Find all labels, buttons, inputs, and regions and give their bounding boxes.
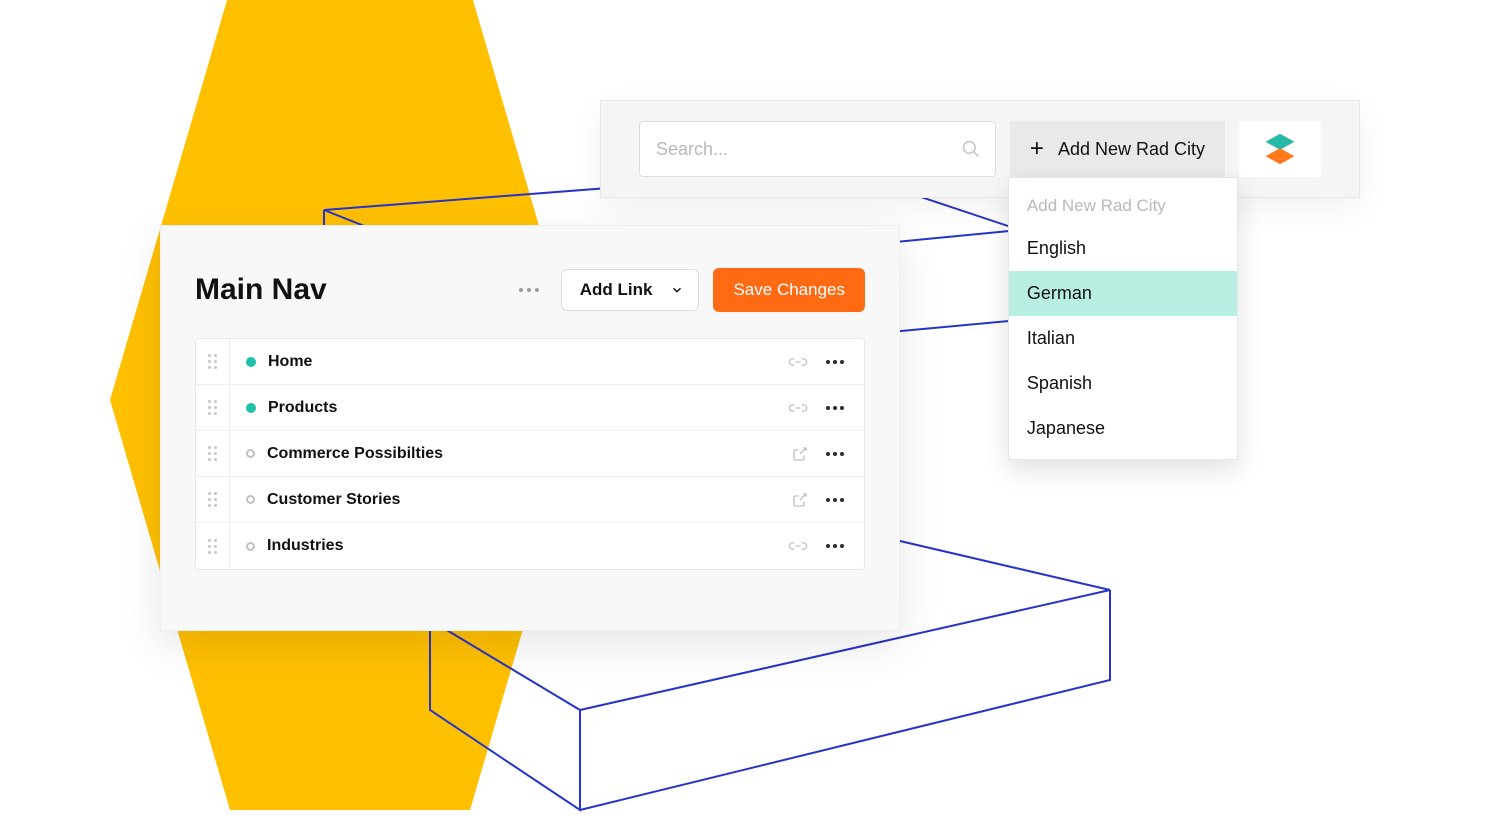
nav-item-label: Industries <box>267 537 788 555</box>
brand-logo <box>1239 121 1321 177</box>
add-link-button[interactable]: Add Link <box>561 269 700 311</box>
search-icon <box>961 139 981 159</box>
nav-row[interactable]: Customer Stories <box>196 477 864 523</box>
nav-item-label: Customer Stories <box>267 491 792 509</box>
row-more-button[interactable] <box>822 540 848 552</box>
nav-item-label: Commerce Possibilties <box>267 445 792 463</box>
status-dot-icon <box>246 495 255 504</box>
status-dot-icon <box>246 357 256 367</box>
nav-item-label: Home <box>268 353 788 371</box>
nav-row[interactable]: Industries <box>196 523 864 569</box>
drag-handle-icon[interactable] <box>196 523 230 569</box>
link-icon[interactable] <box>788 354 808 370</box>
status-dot-icon <box>246 403 256 413</box>
row-more-button[interactable] <box>822 494 848 506</box>
drag-handle-icon[interactable] <box>196 431 230 476</box>
nav-row[interactable]: Commerce Possibilties <box>196 431 864 477</box>
main-nav-panel: Main Nav Add Link Save Changes Home Produ… <box>160 225 900 631</box>
nav-item-label: Products <box>268 399 788 417</box>
add-new-label: Add New Rad City <box>1058 139 1205 160</box>
nav-row[interactable]: Products <box>196 385 864 431</box>
drag-handle-icon[interactable] <box>196 477 230 522</box>
dropdown-item[interactable]: Spanish <box>1009 361 1237 406</box>
dropdown-item[interactable]: German <box>1009 271 1237 316</box>
dropdown-item[interactable]: English <box>1009 226 1237 271</box>
dropdown-title: Add New Rad City <box>1009 188 1237 226</box>
link-icon[interactable] <box>788 538 808 554</box>
external-link-icon[interactable] <box>792 446 808 462</box>
search-input[interactable] <box>656 139 961 160</box>
status-dot-icon <box>246 542 255 551</box>
drag-handle-icon[interactable] <box>196 339 230 384</box>
panel-title: Main Nav <box>195 273 513 307</box>
add-new-button[interactable]: + Add New Rad City Add New Rad City Engl… <box>1010 121 1225 177</box>
drag-handle-icon[interactable] <box>196 385 230 430</box>
dropdown-item[interactable]: Japanese <box>1009 406 1237 451</box>
search-panel: + Add New Rad City Add New Rad City Engl… <box>600 100 1360 198</box>
external-link-icon[interactable] <box>792 492 808 508</box>
search-box[interactable] <box>639 121 996 177</box>
add-link-label: Add Link <box>580 280 653 300</box>
row-more-button[interactable] <box>822 356 848 368</box>
link-icon[interactable] <box>788 400 808 416</box>
dropdown-item[interactable]: Italian <box>1009 316 1237 361</box>
plus-icon: + <box>1030 137 1044 161</box>
row-more-button[interactable] <box>822 402 848 414</box>
nav-row[interactable]: Home <box>196 339 864 385</box>
status-dot-icon <box>246 449 255 458</box>
add-new-dropdown: Add New Rad City EnglishGermanItalianSpa… <box>1008 177 1238 460</box>
chevron-down-icon <box>670 283 684 297</box>
save-button[interactable]: Save Changes <box>713 268 865 312</box>
nav-list: Home Products Commerce Possibilties Custome… <box>195 338 865 570</box>
panel-more-button[interactable] <box>513 282 545 298</box>
row-more-button[interactable] <box>822 448 848 460</box>
